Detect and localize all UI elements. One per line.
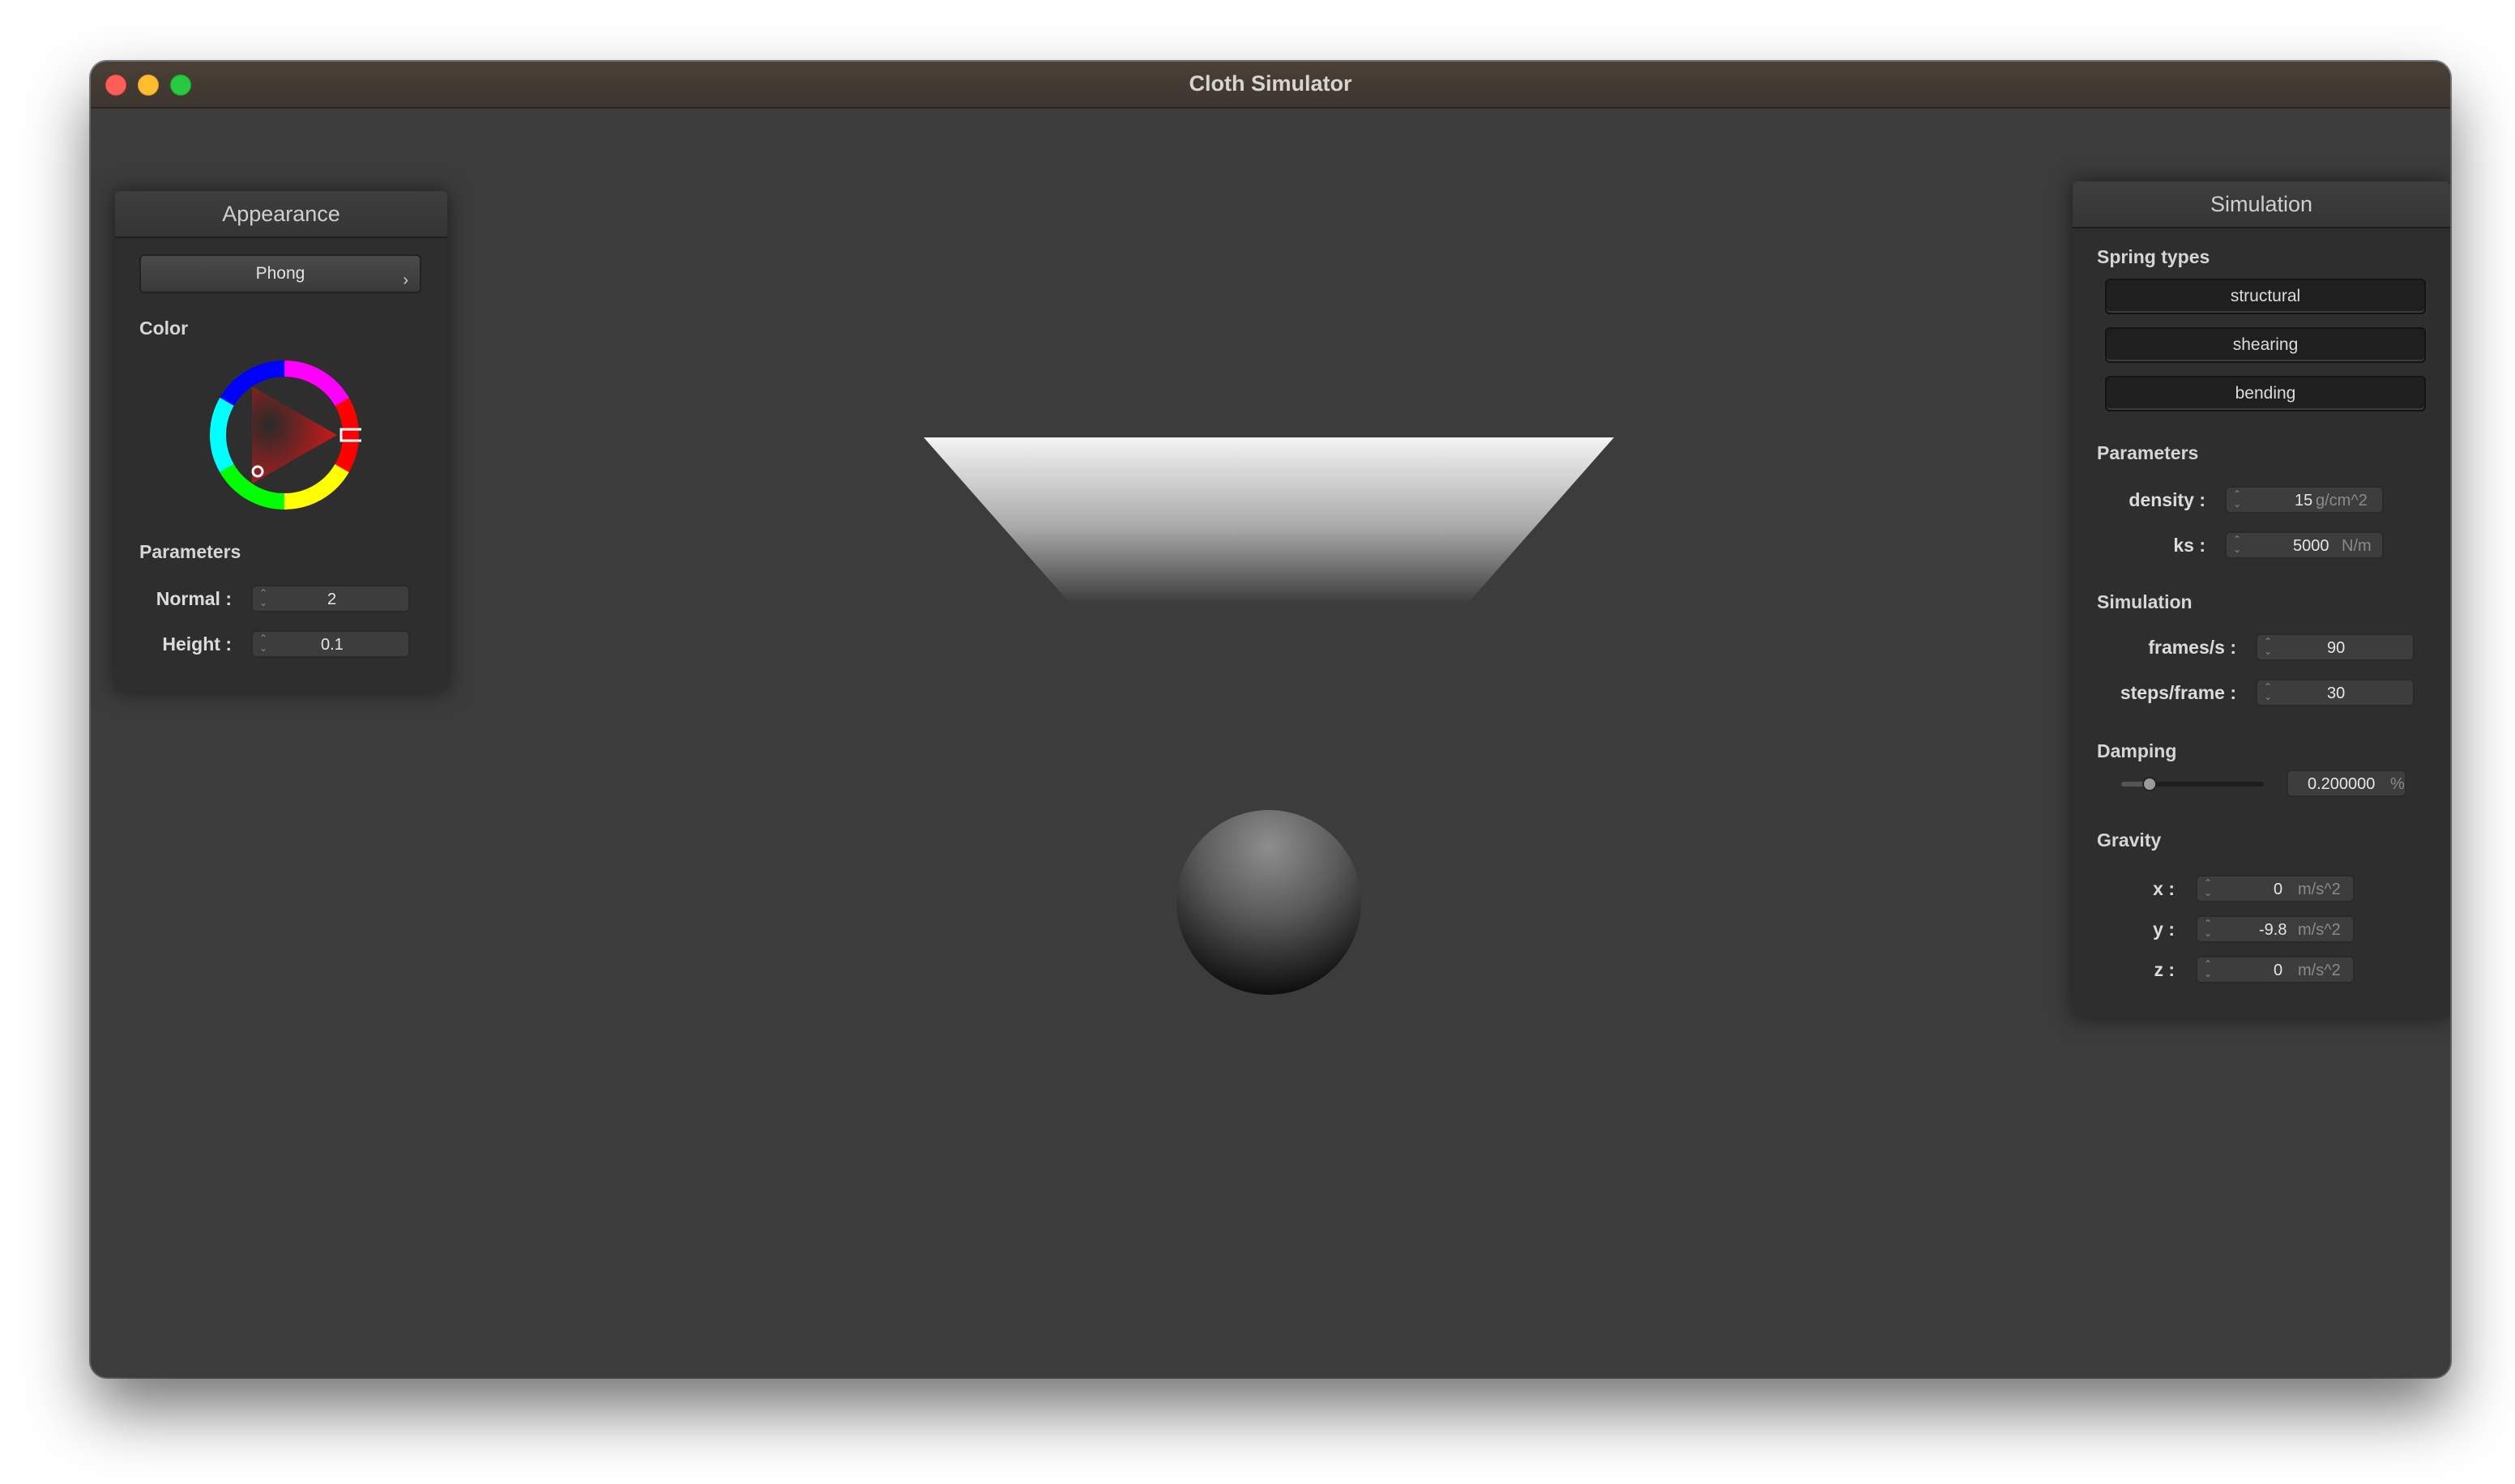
damping-slider-knob[interactable] — [2142, 777, 2158, 791]
title-bar: Cloth Simulator — [91, 62, 2450, 109]
shader-dropdown[interactable]: Phong › — [139, 254, 421, 293]
steps-per-frame-input[interactable]: ⌃ ⌄ 30 — [2256, 679, 2415, 706]
shearing-toggle[interactable]: shearing — [2105, 327, 2426, 363]
app-window: Cloth Simulator Appearance Phong › Color… — [91, 62, 2450, 1377]
damping-input[interactable]: 0.200000 % — [2287, 770, 2406, 797]
3d-viewport[interactable]: Appearance Phong › Color Parameters Norm… — [91, 109, 2450, 1377]
gravity-z-input[interactable]: ⌃ ⌄ 0 m/s^2 — [2196, 956, 2355, 983]
frames-per-second-label: frames/s : — [2148, 637, 2236, 658]
spin-arrows-icon[interactable]: ⌃ ⌄ — [2231, 489, 2243, 509]
ks-input[interactable]: ⌃ ⌄ 5000 N/m — [2225, 531, 2384, 559]
spring-types-label: Spring types — [2097, 246, 2210, 267]
normal-input[interactable]: ⌃ ⌄ 2 — [251, 585, 410, 612]
gravity-y-label: y : — [2153, 919, 2175, 940]
steps-per-frame-label: steps/frame : — [2120, 682, 2236, 703]
structural-toggle[interactable]: structural — [2105, 279, 2426, 314]
bending-toggle[interactable]: bending — [2105, 376, 2426, 412]
gravity-z-label: z : — [2154, 959, 2175, 980]
damping-slider[interactable] — [2121, 774, 2264, 794]
spin-arrows-icon[interactable]: ⌃ ⌄ — [2262, 682, 2274, 701]
spin-arrows-icon[interactable]: ⌃ ⌄ — [2202, 919, 2214, 938]
simulation-panel-title: Simulation — [2073, 181, 2450, 228]
color-section-label: Color — [139, 318, 189, 339]
damping-label: Damping — [2097, 740, 2177, 761]
gravity-x-input[interactable]: ⌃ ⌄ 0 m/s^2 — [2196, 875, 2355, 902]
simulation-panel: Simulation Spring types structural shear… — [2073, 181, 2450, 1017]
sphere-collider — [1176, 810, 1361, 995]
spin-arrows-icon[interactable]: ⌃ ⌄ — [2231, 535, 2243, 554]
saturation-value-triangle[interactable] — [252, 386, 337, 484]
chevron-right-icon: › — [403, 271, 408, 289]
gravity-label: Gravity — [2097, 829, 2162, 851]
color-wheel[interactable] — [207, 358, 361, 512]
spin-arrows-icon[interactable]: ⌃ ⌄ — [258, 588, 269, 608]
height-label: Height : — [162, 633, 232, 655]
spin-arrows-icon[interactable]: ⌃ ⌄ — [2262, 637, 2274, 656]
shader-dropdown-value: Phong — [255, 264, 305, 283]
gravity-x-label: x : — [2153, 878, 2175, 899]
ks-label: ks : — [2173, 535, 2205, 556]
spin-arrows-icon[interactable]: ⌃ ⌄ — [2202, 878, 2214, 898]
simulation-section-label: Simulation — [2097, 591, 2193, 612]
appearance-panel: Appearance Phong › Color Parameters Norm… — [115, 191, 447, 692]
density-input[interactable]: ⌃ ⌄ 15 g/cm^2 — [2225, 486, 2384, 514]
spin-arrows-icon[interactable]: ⌃ ⌄ — [2202, 959, 2214, 979]
cloth-mesh — [924, 437, 1614, 603]
gravity-y-input[interactable]: ⌃ ⌄ -9.8 m/s^2 — [2196, 915, 2355, 943]
appearance-params-label: Parameters — [139, 541, 241, 562]
height-input[interactable]: ⌃ ⌄ 0.1 — [251, 630, 410, 658]
frames-per-second-input[interactable]: ⌃ ⌄ 90 — [2256, 633, 2415, 661]
sim-params-label: Parameters — [2097, 442, 2199, 463]
density-label: density : — [2129, 489, 2205, 510]
spin-arrows-icon[interactable]: ⌃ ⌄ — [258, 633, 269, 653]
appearance-panel-title: Appearance — [115, 191, 447, 238]
normal-label: Normal : — [156, 588, 232, 609]
window-title: Cloth Simulator — [1189, 71, 1352, 96]
